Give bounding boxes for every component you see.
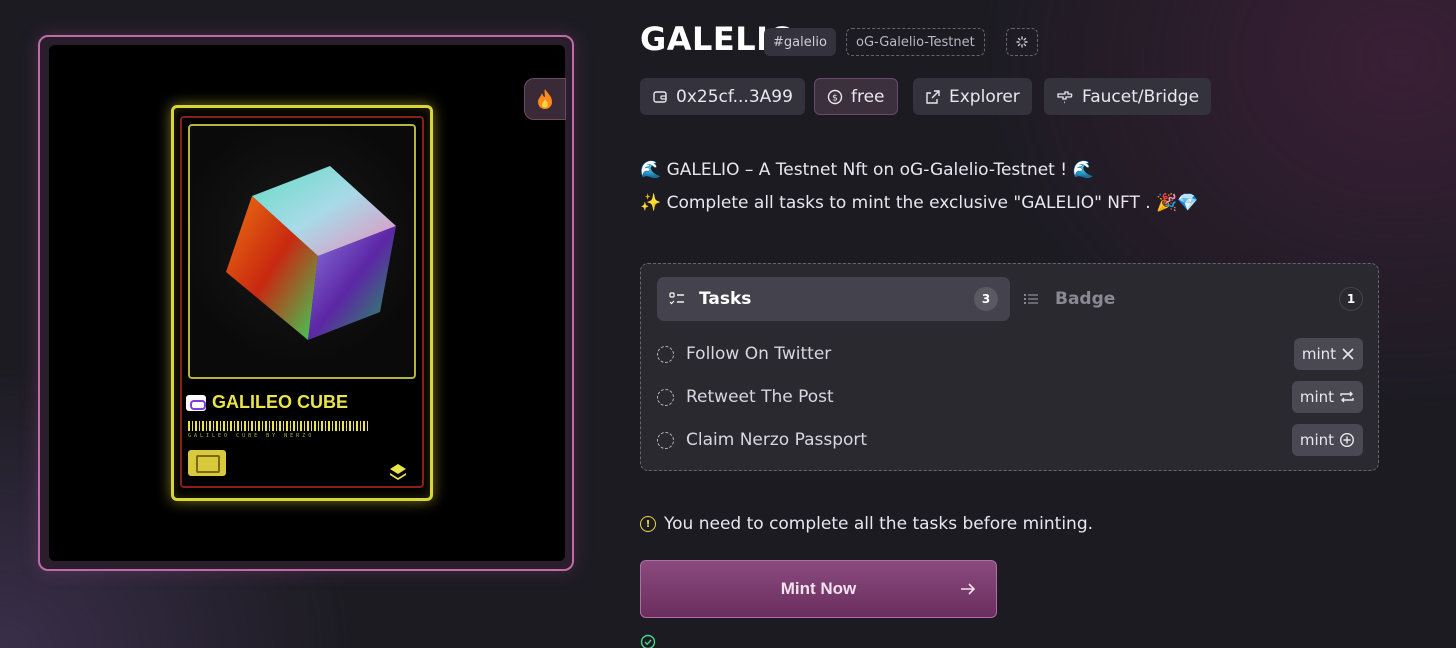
nft-card-title: GALILEO CUBE xyxy=(186,392,348,413)
nft-card-inner: GALILEO CUBE GALILEO CUBE BY NERZO xyxy=(180,116,424,488)
nft-card: GALILEO CUBE GALILEO CUBE BY NERZO xyxy=(171,105,433,501)
task-label: Follow On Twitter xyxy=(686,344,832,364)
pending-circle-icon xyxy=(657,345,674,363)
tasks-panel: Tasks 3 Badge 1 Follow On Twitter mint R… xyxy=(640,263,1379,471)
faucet-bridge-text: Faucet/Bridge xyxy=(1082,86,1200,107)
task-label: Claim Nerzo Passport xyxy=(686,430,868,450)
pending-circle-icon xyxy=(657,431,674,449)
tab-badge-count: 1 xyxy=(1339,287,1363,311)
nft-cube-art xyxy=(188,124,416,379)
tab-badge-label: Badge xyxy=(1055,289,1116,309)
task-mint-label: mint xyxy=(1301,345,1336,363)
check-circle-icon xyxy=(640,634,656,648)
chip-icon xyxy=(188,450,226,476)
barcode-graphic xyxy=(188,421,368,431)
description-line-1: 🌊 GALELIO – A Testnet Nft on oG-Galelio-… xyxy=(640,160,1094,180)
explorer-button[interactable]: Explorer xyxy=(913,78,1032,115)
nft-card-title-text: GALILEO CUBE xyxy=(212,392,349,412)
infinity-logo-icon xyxy=(186,394,206,411)
hashtag-badge: #galelio xyxy=(764,28,836,56)
nft-preview-frame: GALILEO CUBE GALILEO CUBE BY NERZO xyxy=(38,35,574,571)
faucet-bridge-button[interactable]: Faucet/Bridge xyxy=(1044,78,1212,115)
warning-icon: ! xyxy=(640,516,656,532)
checklist-icon xyxy=(669,292,684,305)
wallet-icon xyxy=(653,90,667,103)
mint-now-button[interactable]: Mint Now xyxy=(640,560,997,618)
tab-tasks[interactable]: Tasks 3 xyxy=(657,277,1010,321)
task-item: Claim Nerzo Passport mint xyxy=(657,424,1363,456)
list-icon xyxy=(1024,294,1038,304)
task-item: Retweet The Post mint xyxy=(657,381,1363,413)
task-mint-label: mint xyxy=(1299,431,1334,449)
nft-image: GALILEO CUBE GALILEO CUBE BY NERZO xyxy=(49,45,565,561)
dollar-circle-icon: $ xyxy=(827,89,843,104)
description-line-2: ✨ Complete all tasks to mint the exclusi… xyxy=(640,193,1199,213)
explorer-text: Explorer xyxy=(949,86,1020,107)
mint-warning-text: You need to complete all the tasks befor… xyxy=(664,514,1094,534)
task-mint-button[interactable]: mint xyxy=(1291,381,1363,413)
task-mint-button[interactable]: mint xyxy=(1293,338,1363,370)
retweet-icon xyxy=(1340,391,1354,403)
tab-tasks-label: Tasks xyxy=(699,289,752,309)
mint-now-label: Mint Now xyxy=(780,579,857,598)
arrow-right-icon xyxy=(961,583,976,595)
task-item: Follow On Twitter mint xyxy=(657,338,1363,370)
task-label: Retweet The Post xyxy=(686,387,834,407)
task-mint-button[interactable]: mint xyxy=(1291,424,1363,456)
spinner-icon xyxy=(1006,28,1038,56)
price-text: free xyxy=(851,86,885,107)
fire-icon[interactable] xyxy=(524,78,566,120)
tab-badge[interactable]: Badge 1 xyxy=(1013,277,1363,321)
price-button[interactable]: $ free xyxy=(814,78,898,115)
chain-badge: oG-Galelio-Testnet xyxy=(846,28,985,56)
x-logo-icon xyxy=(1342,348,1354,360)
tab-tasks-count: 3 xyxy=(974,287,998,311)
plus-circle-icon xyxy=(1339,432,1355,448)
cube-illustration xyxy=(226,166,396,340)
layers-icon xyxy=(390,464,406,480)
mint-warning: ! You need to complete all the tasks bef… xyxy=(640,514,1093,534)
pending-circle-icon xyxy=(657,388,674,406)
contract-address-text: 0x25cf...3A99 xyxy=(676,86,793,107)
faucet-icon xyxy=(1057,90,1073,103)
task-mint-label: mint xyxy=(1299,388,1334,406)
barcode-text: GALILEO CUBE BY NERZO xyxy=(188,433,315,439)
contract-address-button[interactable]: 0x25cf...3A99 xyxy=(640,78,805,115)
external-link-icon xyxy=(926,89,940,104)
svg-text:$: $ xyxy=(832,93,838,103)
